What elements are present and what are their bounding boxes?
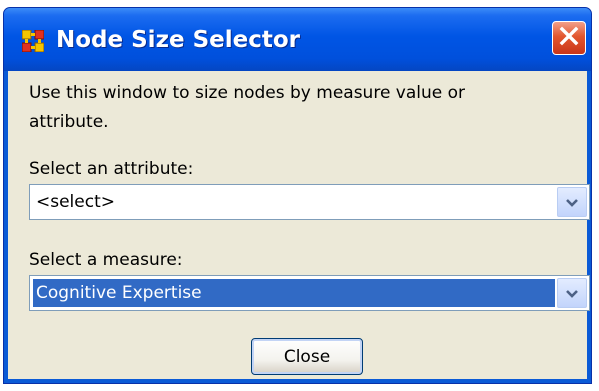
- dialog-body: Use this window to size nodes by measure…: [8, 71, 590, 379]
- close-button[interactable]: Close: [251, 338, 363, 375]
- ora-network-icon: [21, 29, 45, 53]
- node-size-selector-window: Node Size Selector Use this window to si…: [3, 7, 592, 384]
- measure-label: Select a measure:: [29, 250, 183, 270]
- attribute-select-value: <select>: [36, 192, 115, 212]
- chevron-down-icon: [565, 193, 579, 212]
- chevron-down-icon: [565, 284, 579, 303]
- title-bar[interactable]: Node Size Selector: [4, 8, 591, 71]
- measure-select-value: Cognitive Expertise: [33, 279, 555, 307]
- window-close-button[interactable]: [552, 21, 586, 55]
- close-icon: [558, 25, 580, 51]
- attribute-dropdown-button[interactable]: [557, 187, 587, 217]
- description-text: Use this window to size nodes by measure…: [29, 83, 466, 132]
- window-title: Node Size Selector: [56, 27, 300, 53]
- measure-dropdown-button[interactable]: [557, 278, 587, 308]
- attribute-label: Select an attribute:: [29, 159, 194, 179]
- measure-select[interactable]: Cognitive Expertise: [29, 275, 590, 311]
- attribute-select[interactable]: <select>: [29, 184, 590, 220]
